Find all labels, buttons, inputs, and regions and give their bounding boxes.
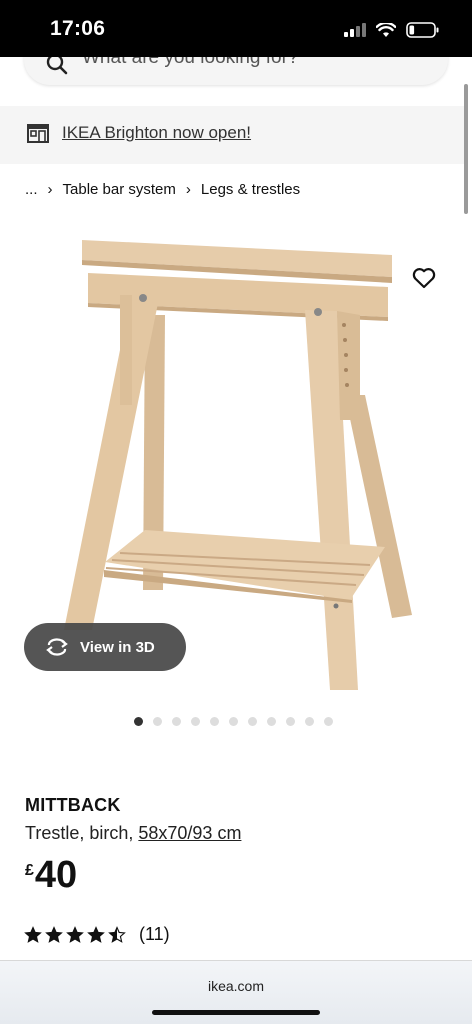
pagination-dot[interactable] [229,717,238,726]
pagination-dot[interactable] [286,717,295,726]
star-full-icon [87,925,105,943]
favorite-button[interactable] [410,264,438,292]
search-icon [46,57,68,75]
price-amount: 40 [34,854,78,896]
breadcrumb-item-ellipsis[interactable]: ... [25,181,38,198]
chevron-right-icon: › [47,181,53,198]
pagination-dot[interactable] [267,717,276,726]
rotate-3d-icon [46,638,68,656]
pagination-dot[interactable] [210,717,219,726]
search-placeholder: What are you looking for? [82,57,299,68]
price-currency: £ [25,862,34,879]
pagination-dot[interactable] [248,717,257,726]
status-icons [344,22,440,38]
signal-icon [344,23,366,37]
browser-bottom-bar: ikea.com [0,960,472,1024]
pagination-dot[interactable] [153,717,162,726]
status-time: 17:06 [50,17,106,40]
status-bar: 17:06 [0,0,472,57]
product-size-link[interactable]: 58x70/93 cm [138,823,241,843]
star-half-icon [108,925,126,943]
store-notice-link[interactable]: IKEA Brighton now open! [62,123,251,143]
pagination-dot[interactable] [305,717,314,726]
chevron-right-icon: › [185,181,191,198]
scrollbar-thumb[interactable] [464,84,468,214]
view-in-3d-label: View in 3D [80,638,155,656]
home-indicator[interactable] [152,1010,320,1015]
breadcrumb: ... › Table bar system › Legs & trestles [25,181,300,198]
heart-icon [412,268,436,289]
search-area: What are you looking for? [0,57,472,105]
breadcrumb-item-legs-trestles[interactable]: Legs & trestles [201,181,300,198]
rating-stars [24,925,126,944]
image-pagination-dots [134,717,333,726]
view-in-3d-button[interactable]: View in 3D [24,623,186,671]
star-full-icon [24,925,42,943]
breadcrumb-item-table-bar-system[interactable]: Table bar system [63,181,176,198]
product-type: Trestle, birch, [25,823,139,843]
pagination-dot[interactable] [172,717,181,726]
product-description: Trestle, birch, 58x70/93 cm [25,823,241,844]
star-full-icon [66,925,84,943]
wifi-icon [376,22,396,37]
pagination-dot[interactable] [324,717,333,726]
product-name: MITTBACK [25,795,121,815]
product-price: £ 40 [25,856,77,894]
review-count: (11) [139,924,170,944]
store-icon [27,124,49,143]
battery-icon [406,22,439,38]
pagination-dot[interactable] [191,717,200,726]
browser-domain[interactable]: ikea.com [0,978,472,994]
store-notice-banner: IKEA Brighton now open! [0,106,464,164]
star-full-icon [45,925,63,943]
pagination-dot[interactable] [134,717,143,726]
search-input[interactable]: What are you looking for? [24,57,448,85]
product-rating[interactable]: (11) [24,924,170,945]
